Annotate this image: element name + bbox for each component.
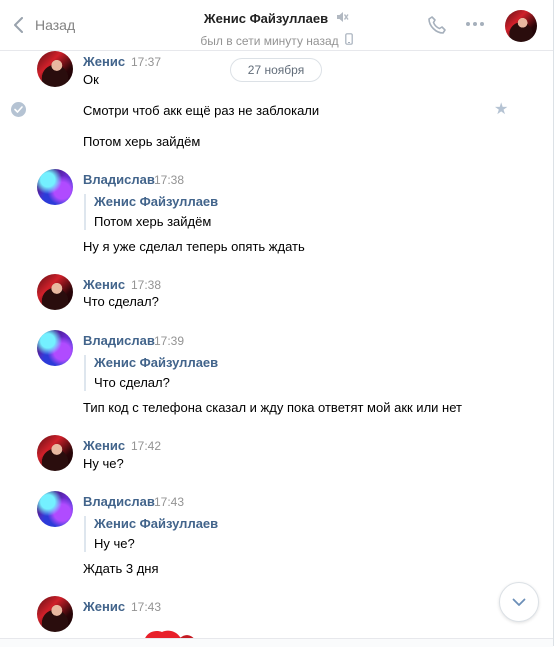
avatar[interactable] (37, 491, 73, 527)
message-text: Ок (83, 72, 99, 87)
dot (480, 22, 484, 26)
quoted-text: Потом херь зайдём (94, 214, 212, 229)
chat-title[interactable]: Женис Файзуллаев (204, 11, 349, 26)
message-text: Потом херь зайдём (83, 134, 201, 149)
chat-status: был в сети минуту назад (0, 33, 553, 48)
quoted-text: Ну че? (94, 536, 135, 551)
star-icon[interactable]: ★ (494, 102, 508, 118)
message-time[interactable]: 17:37 (131, 55, 161, 69)
message-author[interactable]: Владислав (83, 333, 155, 348)
header-avatar[interactable] (505, 10, 537, 42)
chat-title-text: Женис Файзуллаев (203, 11, 329, 26)
quoted-message[interactable]: Женис Файзуллаев Что сделал? (84, 355, 218, 391)
dot (473, 22, 477, 26)
message-text: Ну че? (83, 456, 124, 471)
online-status: был в сети минуту назад (200, 33, 339, 48)
message-author[interactable]: Женис (83, 277, 125, 292)
message-author[interactable]: Женис (83, 438, 125, 453)
message-time[interactable]: 17:43 (131, 600, 161, 614)
quoted-message[interactable]: Женис Файзуллаев Ну че? (84, 516, 218, 552)
message-time[interactable]: 17:39 (154, 334, 184, 348)
quoted-text: Что сделал? (94, 375, 170, 390)
avatar[interactable] (37, 596, 73, 632)
chat-header: Назад Женис Файзуллаев был в сети минуту… (0, 0, 553, 51)
scroll-down-button[interactable] (499, 582, 539, 622)
date-separator: 27 ноября (230, 58, 322, 82)
message-author[interactable]: Женис (83, 54, 125, 69)
avatar[interactable] (37, 169, 73, 205)
message-text: Смотри чтоб акк ещё раз не заблокали (83, 103, 320, 118)
quoted-message[interactable]: Женис Файзуллаев Потом херь зайдём (84, 194, 218, 230)
dot (466, 22, 470, 26)
message-time[interactable]: 17:38 (154, 173, 184, 187)
message-text: Ждать 3 дня (83, 561, 159, 576)
phone-icon[interactable] (427, 15, 447, 40)
message-time[interactable]: 17:43 (154, 495, 184, 509)
avatar[interactable] (37, 330, 73, 366)
message-text: Что сделал? (83, 294, 159, 309)
message-text: Ну я уже сделал теперь опять ждать (83, 239, 305, 254)
message-time[interactable]: 17:42 (131, 439, 161, 453)
message-author[interactable]: Владислав (83, 172, 155, 187)
message-author[interactable]: Женис (83, 599, 125, 614)
mobile-phone-icon (344, 33, 353, 48)
avatar[interactable] (37, 51, 73, 87)
quoted-author: Женис Файзуллаев (94, 355, 219, 370)
message-time[interactable]: 17:38 (131, 278, 161, 292)
check-icon[interactable] (11, 102, 26, 117)
muted-speaker-icon (336, 11, 349, 26)
more-dots-icon[interactable] (466, 22, 484, 26)
quoted-author: Женис Файзуллаев (94, 194, 219, 209)
chevron-down-icon (512, 598, 526, 606)
avatar[interactable] (37, 274, 73, 310)
quoted-author: Женис Файзуллаев (94, 516, 219, 531)
chat-title-block: Женис Файзуллаев был в сети минуту назад (0, 10, 553, 48)
avatar[interactable] (37, 435, 73, 471)
message-author[interactable]: Владислав (83, 494, 155, 509)
message-text: Тип код с телефона сказал и жду пока отв… (83, 400, 462, 415)
